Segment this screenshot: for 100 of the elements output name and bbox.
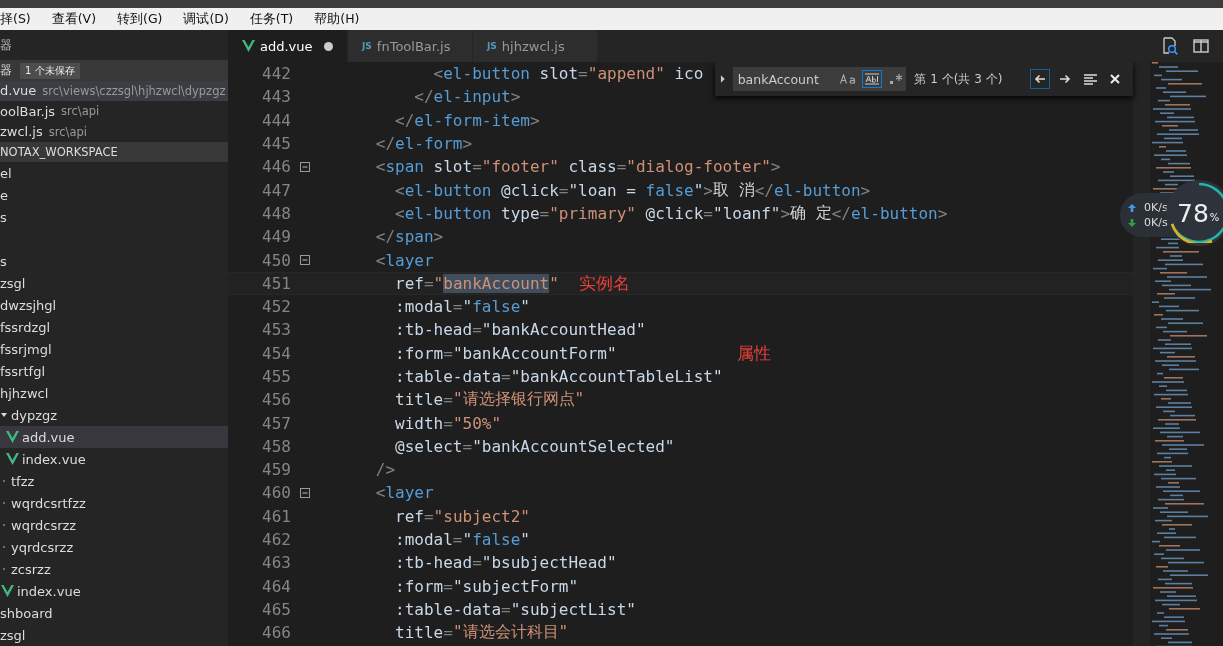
- open-editor-item[interactable]: oolBar.js src\api: [0, 101, 228, 122]
- tree-item[interactable]: index.vue: [0, 448, 228, 471]
- fold-icon[interactable]: [299, 488, 310, 498]
- caret-down-icon[interactable]: [1, 412, 7, 419]
- vue-icon: [6, 431, 19, 444]
- whole-word-icon[interactable]: [862, 70, 883, 88]
- close-icon: [1110, 74, 1121, 84]
- match-count: 第 1 个(共 3 个): [914, 70, 1003, 88]
- line-number: 452: [261, 297, 291, 317]
- code-token: =: [539, 203, 550, 223]
- tree-item[interactable]: fssrtfgl: [0, 360, 228, 383]
- code-token: "bankAccountForm": [452, 343, 617, 363]
- dot-icon[interactable]: [1, 544, 7, 551]
- code-token: "50%": [452, 413, 502, 433]
- code-token: =: [501, 599, 511, 619]
- menu-item[interactable]: 帮助(H): [314, 10, 360, 28]
- tree-item[interactable]: e: [0, 184, 228, 207]
- fold-icon[interactable]: [299, 255, 310, 265]
- code-token: =: [443, 623, 453, 643]
- open-editor-item[interactable]: d.vue src\views\czzsgl\hjhzwcl\dypzgz: [0, 80, 228, 102]
- menu-item[interactable]: 任务(T): [249, 10, 294, 28]
- dot-icon[interactable]: [1, 500, 7, 507]
- tree-item[interactable]: index.vue: [0, 580, 228, 603]
- tree-item[interactable]: dypzgz: [0, 404, 228, 427]
- gauge-value: 78: [1177, 200, 1209, 226]
- line-number: 462: [261, 530, 291, 550]
- tree-item[interactable]: wqrdcsrtfzz: [0, 492, 228, 515]
- search-icon[interactable]: [1161, 37, 1179, 55]
- code-token: <: [394, 180, 405, 200]
- line-number: 463: [261, 553, 291, 573]
- open-editor-item[interactable]: zwcl.js src\api: [0, 121, 228, 142]
- code-token: el-button: [443, 64, 530, 84]
- line-number: 455: [261, 367, 291, 386]
- code-token: </: [754, 180, 774, 200]
- code-token: </: [394, 110, 415, 130]
- tree-item[interactable]: wqrdcsrzz: [0, 514, 228, 537]
- editor-tab[interactable]: add.vue: [228, 30, 348, 62]
- code-token: />: [374, 460, 396, 480]
- tree-item[interactable]: add.vue: [0, 426, 228, 449]
- fold-icon[interactable]: [299, 161, 310, 172]
- code-token: 确 定: [790, 202, 832, 224]
- tree-item[interactable]: tfzz: [0, 470, 228, 493]
- code-token: <: [432, 64, 444, 84]
- code-token: </: [374, 227, 396, 247]
- editor-tab[interactable]: JS hjhzwcl.js: [473, 30, 598, 62]
- code-token: =: [443, 343, 453, 363]
- code-token: :table-data: [394, 599, 502, 619]
- line-number: 447: [261, 180, 291, 200]
- code-token: false: [472, 530, 521, 550]
- code-token: :table-data: [394, 367, 502, 386]
- annotation-text: 属性: [736, 341, 771, 365]
- code-token: ": [520, 530, 530, 550]
- tree-item[interactable]: zcsrzz: [0, 558, 228, 581]
- download-speed: 0K/s: [1144, 216, 1168, 229]
- menu-item[interactable]: 择(S): [0, 10, 31, 28]
- editor-tab[interactable]: JS fnToolBar.js: [348, 30, 473, 62]
- code-token: ": [433, 273, 444, 293]
- code-token: =: [472, 157, 482, 177]
- code-token: "loan =: [568, 180, 637, 200]
- code-token: false: [645, 180, 694, 200]
- tree-item[interactable]: fssrdzgl: [0, 316, 228, 339]
- code-token: =: [452, 297, 463, 317]
- line-number: 450: [261, 250, 291, 270]
- find-input[interactable]: bankAccount: [732, 67, 907, 91]
- line-number: 442: [261, 64, 291, 84]
- tree-item[interactable]: shboard: [0, 602, 228, 625]
- tree-item[interactable]: el: [0, 162, 228, 185]
- code-token: slot: [538, 64, 579, 84]
- code-token: ": [693, 180, 704, 200]
- code-token: el-form: [395, 134, 463, 154]
- dot-icon[interactable]: [1, 478, 7, 485]
- code-token: false: [472, 297, 521, 317]
- code-token: "subjectForm": [452, 576, 579, 596]
- tree-item[interactable]: zsgl: [0, 624, 228, 646]
- tree-item[interactable]: fssrjmgl: [0, 338, 228, 361]
- code-token: ico: [673, 64, 704, 84]
- dot-icon[interactable]: [1, 522, 7, 529]
- code-token: :tb-head: [394, 553, 473, 573]
- menu-item[interactable]: 调试(D): [183, 10, 229, 28]
- split-editor-icon[interactable]: [1193, 39, 1209, 53]
- code-token: =: [423, 506, 434, 526]
- tree-item[interactable]: s: [0, 250, 228, 273]
- chevron-right-icon[interactable]: [719, 74, 727, 84]
- tree-item[interactable]: s: [0, 206, 228, 229]
- menu-item[interactable]: 查看(V): [51, 10, 96, 28]
- tree-item[interactable]: yqrdcsrzz: [0, 536, 228, 559]
- section-header[interactable]: 器 1 个未保存: [0, 60, 228, 81]
- code-token: ": [549, 273, 559, 293]
- code-token: title: [394, 390, 444, 410]
- tree-item[interactable]: zsgl: [0, 272, 228, 295]
- menu-item[interactable]: 转到(G): [117, 10, 163, 28]
- code-token: >: [860, 180, 871, 200]
- code-token: ": [462, 297, 473, 317]
- workspace-header[interactable]: NOTAX_WORKSPACE: [0, 141, 228, 163]
- tree-item[interactable]: hjhzwcl: [0, 382, 228, 405]
- tree-item[interactable]: dwzsjhgl: [0, 294, 228, 317]
- upload-arrow-icon: [1128, 203, 1136, 212]
- dot-icon[interactable]: [1, 566, 7, 573]
- previous-match-button[interactable]: [1030, 69, 1050, 89]
- line-number: 448: [261, 203, 291, 223]
